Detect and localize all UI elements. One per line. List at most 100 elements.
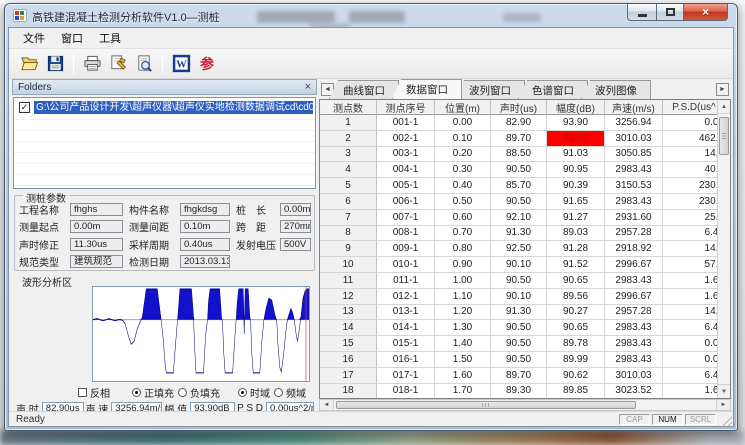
file-tree[interactable]: ✓G:\公司产品设计开发\超声仪器\超声仪实地检测数据调试cd\cd03\cd0…: [13, 97, 316, 189]
table-cell[interactable]: 90.50: [491, 352, 547, 368]
table-cell[interactable]: 91.30: [491, 305, 547, 321]
tab-数据窗口[interactable]: 数据窗口: [392, 79, 462, 99]
minimize-button[interactable]: [627, 4, 656, 21]
table-cell[interactable]: 9: [320, 241, 377, 257]
table-cell[interactable]: 11: [320, 273, 377, 289]
table-cell[interactable]: 91.52: [547, 257, 605, 273]
table-cell[interactable]: 0.50: [435, 194, 491, 210]
domain-radio-on[interactable]: 时域: [238, 385, 270, 400]
table-cell[interactable]: 90.50: [491, 336, 547, 352]
table-cell[interactable]: 2983.43: [605, 162, 663, 178]
table-row[interactable]: 1001-10.0082.9093.903256.940.00: [320, 115, 717, 131]
table-cell[interactable]: 89.70: [491, 131, 547, 147]
table-cell[interactable]: 6.40: [663, 226, 717, 242]
table-cell[interactable]: 3010.03: [605, 368, 663, 384]
table-cell[interactable]: 17: [320, 368, 377, 384]
column-header[interactable]: 声速(m/s): [605, 100, 663, 115]
table-row[interactable]: 4004-10.3090.5090.952983.4340.0: [320, 162, 717, 178]
param-value[interactable]: 0.00m: [280, 203, 311, 216]
table-cell[interactable]: 0.80: [435, 241, 491, 257]
table-cell[interactable]: 2983.43: [605, 273, 663, 289]
table-cell[interactable]: 008-1: [377, 226, 435, 242]
table-cell[interactable]: 15: [320, 336, 377, 352]
horizontal-scrollbar[interactable]: ◄ ►: [319, 399, 731, 411]
table-cell[interactable]: 010-1: [377, 257, 435, 273]
scroll-right-icon[interactable]: ►: [716, 400, 730, 410]
param-value[interactable]: 建筑规范: [70, 255, 123, 268]
fill-radio-on[interactable]: 正填充: [132, 385, 174, 400]
table-cell[interactable]: 91.03: [547, 147, 605, 163]
tab-波列图像[interactable]: 波列图像: [581, 80, 651, 99]
maximize-button[interactable]: [656, 4, 684, 21]
table-cell[interactable]: 1.70: [435, 384, 491, 398]
table-cell[interactable]: 13: [320, 305, 377, 321]
table-cell[interactable]: 91.30: [491, 226, 547, 242]
table-cell[interactable]: 89.56: [547, 289, 605, 305]
menu-item-文件[interactable]: 文件: [15, 28, 53, 48]
table-cell[interactable]: 015-1: [377, 336, 435, 352]
word-report-button[interactable]: W: [168, 52, 194, 76]
vertical-scroll-thumb[interactable]: [719, 117, 729, 155]
table-cell[interactable]: 2996.67: [605, 257, 663, 273]
table-cell[interactable]: 0.30: [435, 162, 491, 178]
table-cell[interactable]: 91.65: [547, 194, 605, 210]
table-cell[interactable]: 90.50: [491, 194, 547, 210]
param-value[interactable]: 11.30us: [70, 238, 123, 251]
table-cell[interactable]: 91.28: [547, 241, 605, 257]
table-cell[interactable]: 40.0: [663, 162, 717, 178]
table-cell[interactable]: 014-1: [377, 320, 435, 336]
table-cell[interactable]: 12: [320, 289, 377, 305]
table-cell[interactable]: 93.90: [547, 115, 605, 131]
table-row[interactable]: 18018-11.7089.3089.853023.521.60: [320, 384, 717, 398]
table-cell[interactable]: 85.70: [491, 178, 547, 194]
table-cell[interactable]: 90.50: [491, 320, 547, 336]
table-cell[interactable]: 004-1: [377, 162, 435, 178]
tools-export-button[interactable]: [105, 52, 131, 76]
table-cell[interactable]: 14.4: [663, 305, 717, 321]
column-header[interactable]: 位置(m): [435, 100, 491, 115]
table-cell[interactable]: 89.03: [547, 226, 605, 242]
scroll-left-icon[interactable]: ◄: [320, 400, 334, 410]
table-row[interactable]: 13013-11.2091.3090.272957.2814.4: [320, 305, 717, 321]
invert-checkbox[interactable]: 反相: [78, 385, 110, 400]
column-header[interactable]: 测点数: [320, 100, 377, 115]
table-cell[interactable]: 90.10: [491, 289, 547, 305]
table-cell[interactable]: 3010.03: [605, 131, 663, 147]
table-cell[interactable]: 1.00: [435, 273, 491, 289]
table-cell[interactable]: 0.90: [435, 257, 491, 273]
table-row[interactable]: 2002-10.1089.7086.803010.03462.4: [320, 131, 717, 147]
table-cell[interactable]: 009-1: [377, 241, 435, 257]
table-cell[interactable]: 90.65: [547, 273, 605, 289]
param-value[interactable]: 0.40us: [180, 238, 230, 251]
table-cell[interactable]: 4: [320, 162, 377, 178]
table-cell[interactable]: 2996.67: [605, 289, 663, 305]
table-cell[interactable]: 89.85: [547, 384, 605, 398]
param-value[interactable]: 0.00m: [70, 220, 123, 233]
table-cell[interactable]: 001-1: [377, 115, 435, 131]
table-row[interactable]: 11011-11.0090.5090.652983.431.60: [320, 273, 717, 289]
table-cell[interactable]: 003-1: [377, 147, 435, 163]
table-cell[interactable]: 90.65: [547, 320, 605, 336]
table-cell[interactable]: 1.60: [663, 289, 717, 305]
table-cell[interactable]: 90.10: [491, 257, 547, 273]
table-cell[interactable]: 0.70: [435, 226, 491, 242]
table-cell[interactable]: 007-1: [377, 210, 435, 226]
table-row[interactable]: 6006-10.5090.5091.652983.43230.4: [320, 194, 717, 210]
table-cell[interactable]: 2983.43: [605, 194, 663, 210]
tree-item-label[interactable]: G:\公司产品设计开发\超声仪器\超声仪实地检测数据调试cd\cd03\cd03…: [34, 101, 313, 114]
tab-波列窗口[interactable]: 波列窗口: [455, 80, 525, 99]
param-value[interactable]: 2013.03.13: [180, 255, 230, 268]
table-cell[interactable]: 18: [320, 384, 377, 398]
table-cell[interactable]: 90.62: [547, 368, 605, 384]
horizontal-scroll-thumb[interactable]: [336, 401, 636, 409]
table-cell[interactable]: 89.99: [547, 352, 605, 368]
table-cell[interactable]: 230.4: [663, 178, 717, 194]
table-cell[interactable]: 462.4: [663, 131, 717, 147]
table-cell[interactable]: 1.50: [435, 352, 491, 368]
waveform-plot[interactable]: [92, 286, 310, 382]
table-cell[interactable]: 90.27: [547, 305, 605, 321]
table-row[interactable]: 16016-11.5090.5089.992983.430.00: [320, 352, 717, 368]
table-cell[interactable]: 90.39: [547, 178, 605, 194]
table-cell[interactable]: 1.30: [435, 320, 491, 336]
tab-曲线窗口[interactable]: 曲线窗口: [329, 80, 399, 99]
